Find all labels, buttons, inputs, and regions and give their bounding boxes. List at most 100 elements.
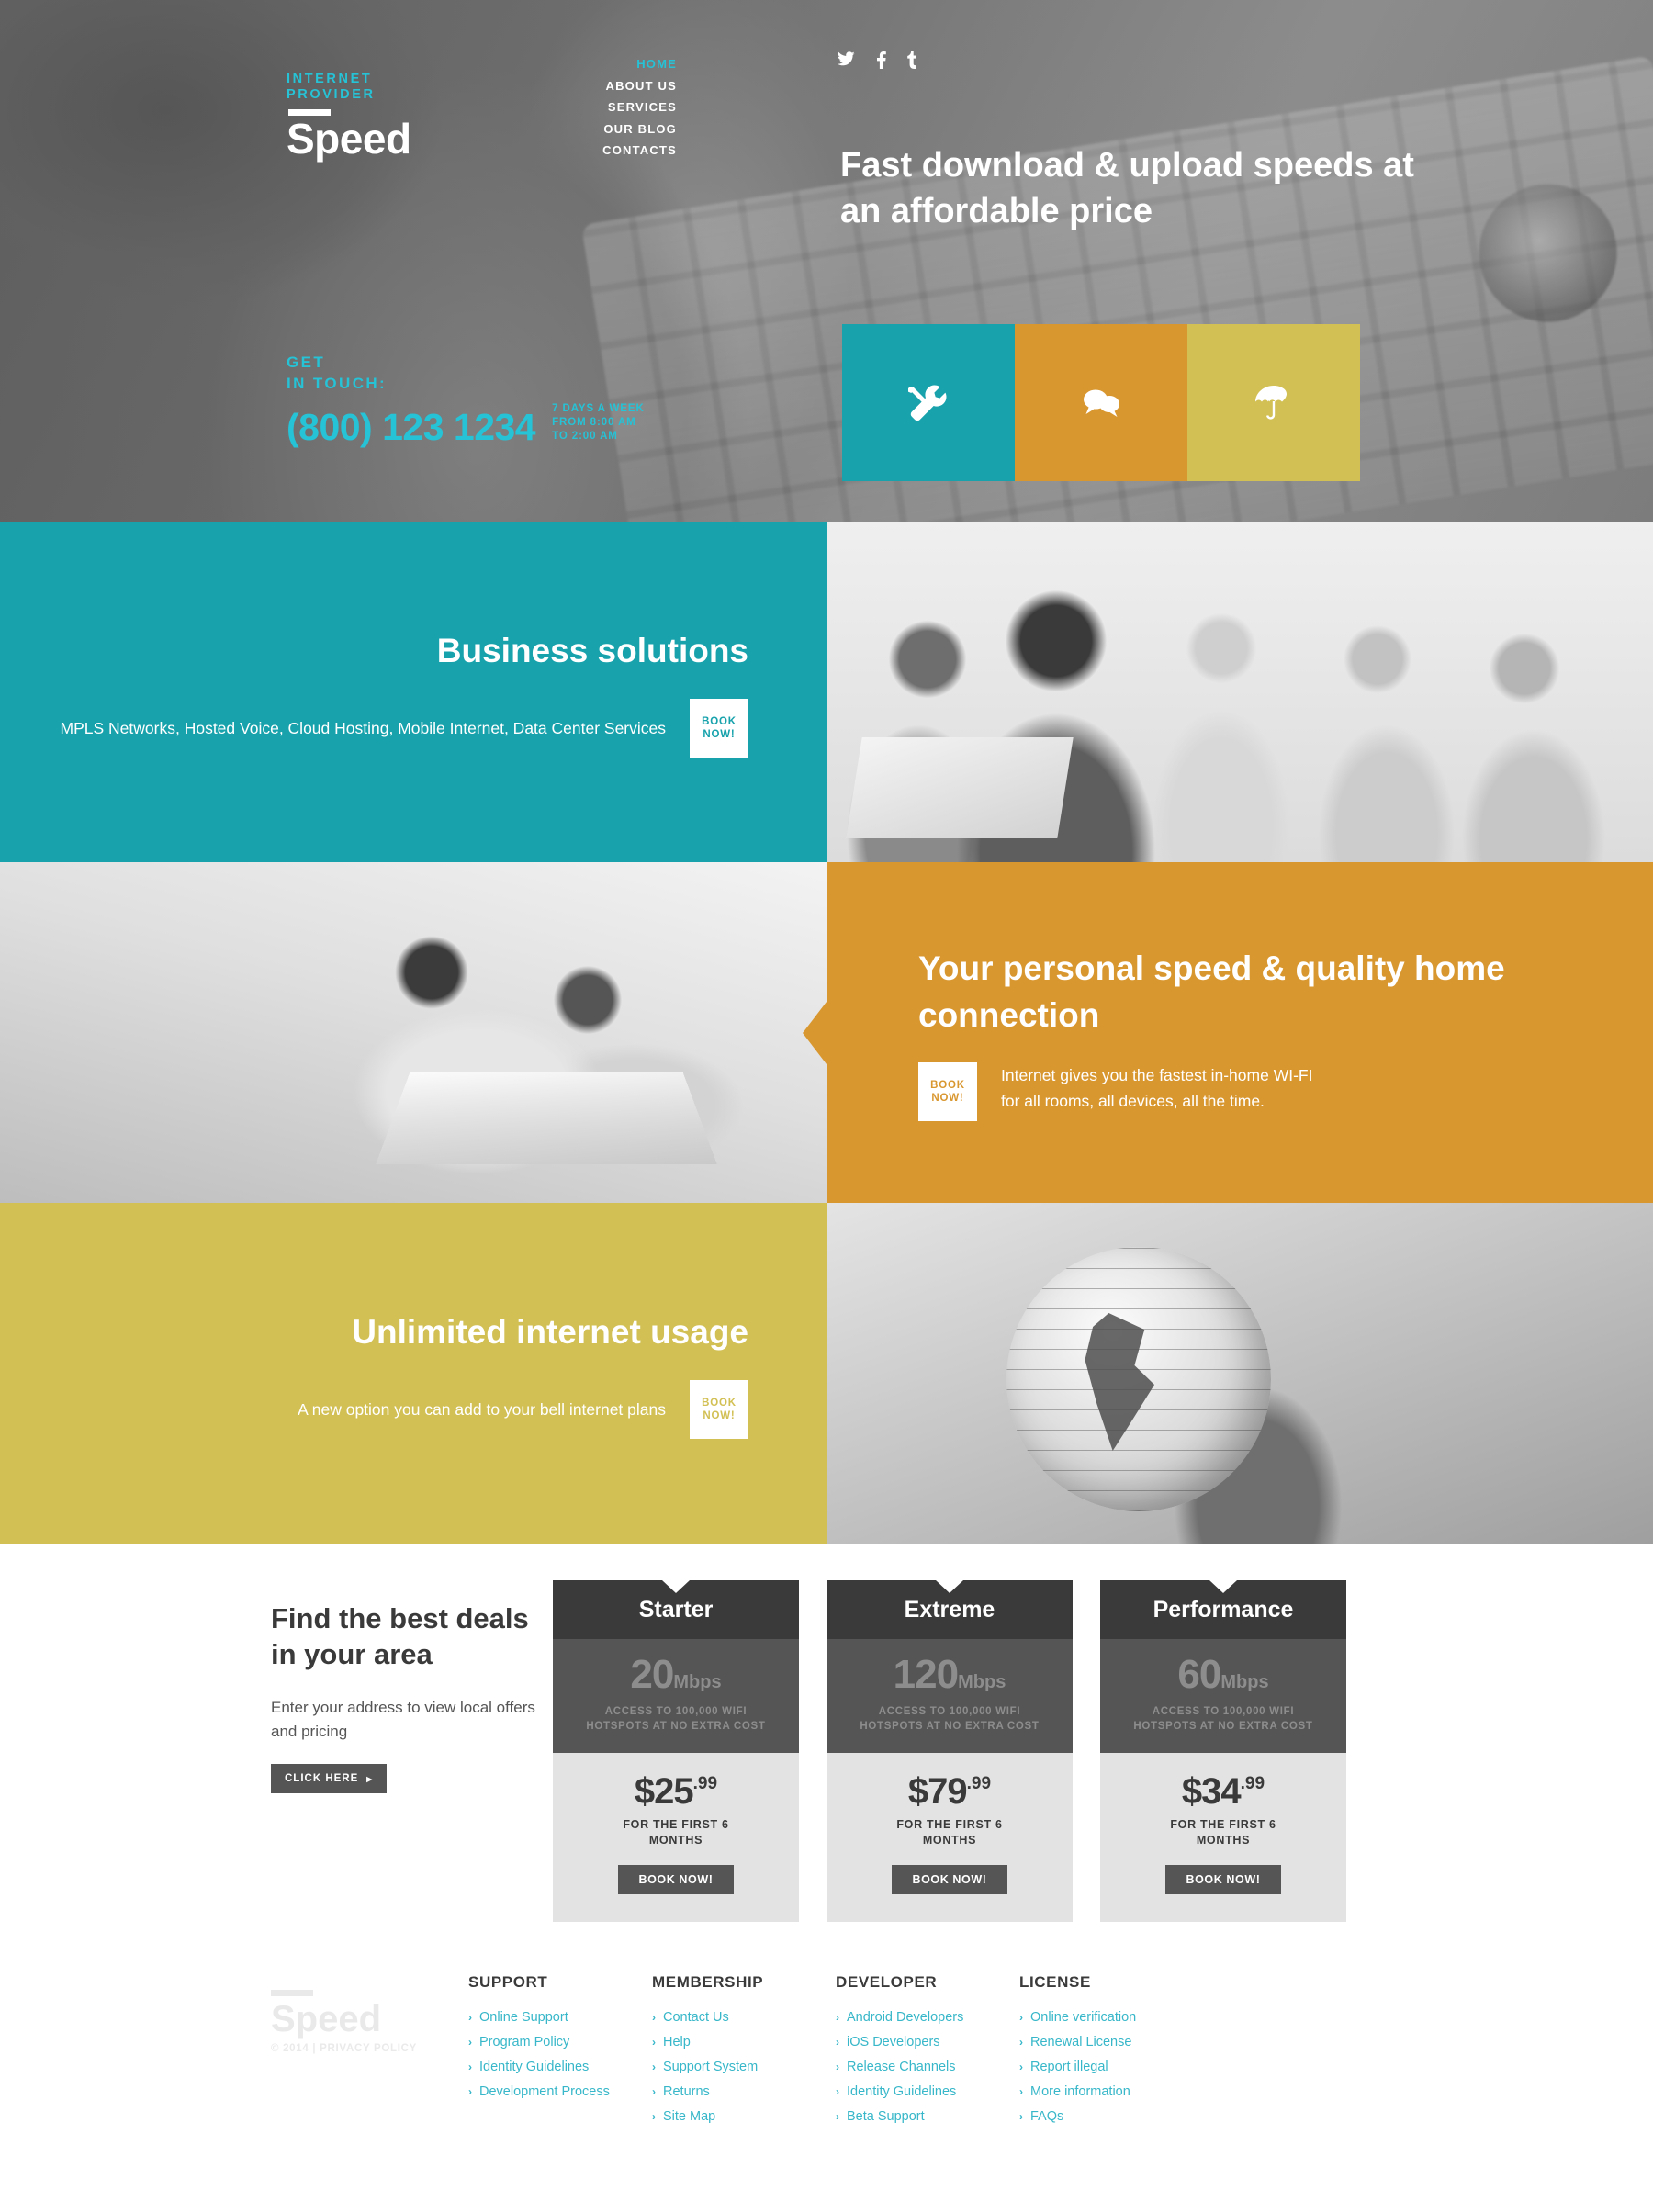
footer-link-item[interactable]: › Contact Us xyxy=(652,2009,836,2027)
footer-link-item[interactable]: › Online Support xyxy=(468,2009,652,2027)
service-tile-chat[interactable] xyxy=(1015,324,1187,481)
nav-item-about-us[interactable]: ABOUT US xyxy=(567,75,677,97)
footer-link-item[interactable]: › iOS Developers xyxy=(836,2034,1019,2051)
chevron-right-icon: › xyxy=(1019,2011,1023,2024)
footer-link-item[interactable]: › FAQs xyxy=(1019,2108,1203,2126)
plan-book-now-button[interactable]: BOOK NOW! xyxy=(1165,1865,1281,1894)
footer-link[interactable]: Online Support xyxy=(479,2009,568,2027)
plan-price-note-line1: FOR THE FIRST 6 xyxy=(623,1818,729,1831)
book-now-line1: BOOK xyxy=(930,1079,965,1091)
logo-kicker: INTERNET PROVIDER xyxy=(287,72,411,103)
promo-band-business-description: MPLS Networks, Hosted Voice, Cloud Hosti… xyxy=(60,718,666,737)
footer-link[interactable]: More information xyxy=(1030,2083,1130,2101)
pricing-card-performance: Performance 60Mbps ACCESS TO 100,000 WIF… xyxy=(1100,1580,1346,1922)
click-here-button[interactable]: CLICK HERE ▸ xyxy=(271,1764,388,1793)
service-tile-umbrella[interactable] xyxy=(1187,324,1360,481)
footer-link-item[interactable]: › Program Policy xyxy=(468,2034,652,2051)
nav-item-our-blog[interactable]: OUR BLOG xyxy=(567,118,677,140)
footer-link-item[interactable]: › Online verification xyxy=(1019,2009,1203,2027)
main-navigation[interactable]: HOME ABOUT US SERVICES OUR BLOG CONTACTS xyxy=(567,53,677,162)
plan-price: $79 xyxy=(907,1771,968,1812)
hours-line2: FROM 8:00 AM xyxy=(552,417,636,428)
hero-heading: Fast download & upload speeds at an affo… xyxy=(840,146,1414,230)
footer-link-item[interactable]: › Release Channels xyxy=(836,2059,1019,2076)
footer-link-item[interactable]: › Support System xyxy=(652,2059,836,2076)
plan-price-note-line2: MONTHS xyxy=(1196,1834,1251,1847)
site-logo[interactable]: INTERNET PROVIDER Speed xyxy=(287,72,411,162)
tumblr-icon[interactable] xyxy=(907,51,917,69)
footer-brand: Speed © 2014 | PRIVACY POLICY xyxy=(271,1973,455,2133)
logo-kicker-line1: INTERNET xyxy=(287,72,373,86)
footer-link-item[interactable]: › Report illegal xyxy=(1019,2059,1203,2076)
footer-link-item[interactable]: › Development Process xyxy=(468,2083,652,2101)
footer-link-item[interactable]: › More information xyxy=(1019,2083,1203,2101)
phone-number[interactable]: (800) 123 1234 xyxy=(287,407,536,447)
chevron-right-icon: › xyxy=(836,2085,839,2098)
service-tile-tools[interactable] xyxy=(842,324,1015,481)
footer-link-item[interactable]: › Android Developers xyxy=(836,2009,1019,2027)
chevron-right-icon: › xyxy=(836,2060,839,2073)
nav-item-services[interactable]: SERVICES xyxy=(567,96,677,118)
footer-link[interactable]: iOS Developers xyxy=(847,2034,940,2051)
plan-note-line1: ACCESS TO 100,000 WIFI xyxy=(604,1706,748,1717)
footer-link[interactable]: Beta Support xyxy=(847,2108,925,2126)
footer-link[interactable]: Contact Us xyxy=(663,2009,729,2027)
plan-name: Extreme xyxy=(904,1596,995,1623)
promo-band-business-text: Business solutions MPLS Networks, Hosted… xyxy=(0,522,826,862)
footer-link[interactable]: Release Channels xyxy=(847,2059,956,2076)
footer-link-item[interactable]: › Renewal License xyxy=(1019,2034,1203,2051)
facebook-icon[interactable] xyxy=(876,51,886,69)
footer-link[interactable]: Returns xyxy=(663,2083,710,2101)
footer-link[interactable]: Online verification xyxy=(1030,2009,1136,2027)
click-here-label: CLICK HERE xyxy=(285,1773,359,1784)
footer-link[interactable]: Program Policy xyxy=(479,2034,569,2051)
social-links[interactable] xyxy=(838,51,917,69)
footer-link[interactable]: Help xyxy=(663,2034,691,2051)
footer-link-item[interactable]: › Identity Guidelines xyxy=(468,2059,652,2076)
plan-spec: 20Mbps ACCESS TO 100,000 WIFI HOTSPOTS A… xyxy=(553,1639,799,1753)
footer-link[interactable]: Android Developers xyxy=(847,2009,963,2027)
book-now-button-unlimited[interactable]: BOOK NOW! xyxy=(690,1379,748,1439)
card-notch-icon xyxy=(1209,1580,1237,1593)
book-now-button-business[interactable]: BOOK NOW! xyxy=(690,698,748,758)
get-in-touch-line1: GET xyxy=(287,354,326,371)
footer-column-membership: MEMBERSHIP › Contact Us › Help › Support Sy… xyxy=(652,1973,836,2133)
pricing-card-starter: Starter 20Mbps ACCESS TO 100,000 WIFI HO… xyxy=(553,1580,799,1922)
footer-link[interactable]: Development Process xyxy=(479,2083,610,2101)
plan-price-block: $25.99 FOR THE FIRST 6 MONTHS BOOK NOW! xyxy=(553,1753,799,1922)
footer-link-item[interactable]: › Identity Guidelines xyxy=(836,2083,1019,2101)
plan-book-now-button[interactable]: BOOK NOW! xyxy=(618,1865,734,1894)
promo-band-home-text: Your personal speed & quality home conne… xyxy=(826,862,1653,1203)
footer-link[interactable]: Renewal License xyxy=(1030,2034,1131,2051)
footer-link[interactable]: Site Map xyxy=(663,2108,715,2126)
footer-link-item[interactable]: › Returns xyxy=(652,2083,836,2101)
book-now-button-home[interactable]: BOOK NOW! xyxy=(918,1061,977,1121)
nav-item-contacts[interactable]: CONTACTS xyxy=(567,140,677,162)
footer-link[interactable]: Identity Guidelines xyxy=(847,2083,956,2101)
footer-column-developer: DEVELOPER › Android Developers › iOS Devel… xyxy=(836,1973,1019,2133)
footer-link[interactable]: Report illegal xyxy=(1030,2059,1108,2076)
nav-item-home[interactable]: HOME xyxy=(567,53,677,75)
pricing-cards: Starter 20Mbps ACCESS TO 100,000 WIFI HO… xyxy=(553,1580,1346,1922)
logo-name: Speed xyxy=(287,115,411,163)
footer-column-license: LICENSE › Online verification › Renewal Li… xyxy=(1019,1973,1203,2133)
plan-spec: 120Mbps ACCESS TO 100,000 WIFI HOTSPOTS … xyxy=(826,1639,1073,1753)
hours-line3: TO 2:00 AM xyxy=(552,431,618,442)
footer-link-item[interactable]: › Help xyxy=(652,2034,836,2051)
twitter-icon[interactable] xyxy=(838,51,855,69)
chevron-right-icon: › xyxy=(836,2110,839,2123)
promo-band-unlimited-photo xyxy=(826,1203,1653,1544)
plan-note-line2: HOTSPOTS AT NO EXTRA COST xyxy=(1133,1721,1313,1732)
plan-book-now-button[interactable]: BOOK NOW! xyxy=(892,1865,1007,1894)
footer-link-item[interactable]: › Beta Support xyxy=(836,2108,1019,2126)
business-hours: 7 DAYS A WEEK FROM 8:00 AM TO 2:00 AM xyxy=(552,402,645,447)
plan-price-note-line1: FOR THE FIRST 6 xyxy=(1170,1818,1276,1831)
promo-band-home-heading: Your personal speed & quality home conne… xyxy=(918,949,1505,1034)
promo-band-unlimited-text: Unlimited internet usage A new option yo… xyxy=(0,1203,826,1544)
footer-link[interactable]: FAQs xyxy=(1030,2108,1063,2126)
footer-link-item[interactable]: › Site Map xyxy=(652,2108,836,2126)
footer-column-title: SUPPORT xyxy=(468,1973,548,1991)
footer-link[interactable]: Support System xyxy=(663,2059,758,2076)
footer-link[interactable]: Identity Guidelines xyxy=(479,2059,589,2076)
chevron-right-icon: › xyxy=(1019,2036,1023,2049)
